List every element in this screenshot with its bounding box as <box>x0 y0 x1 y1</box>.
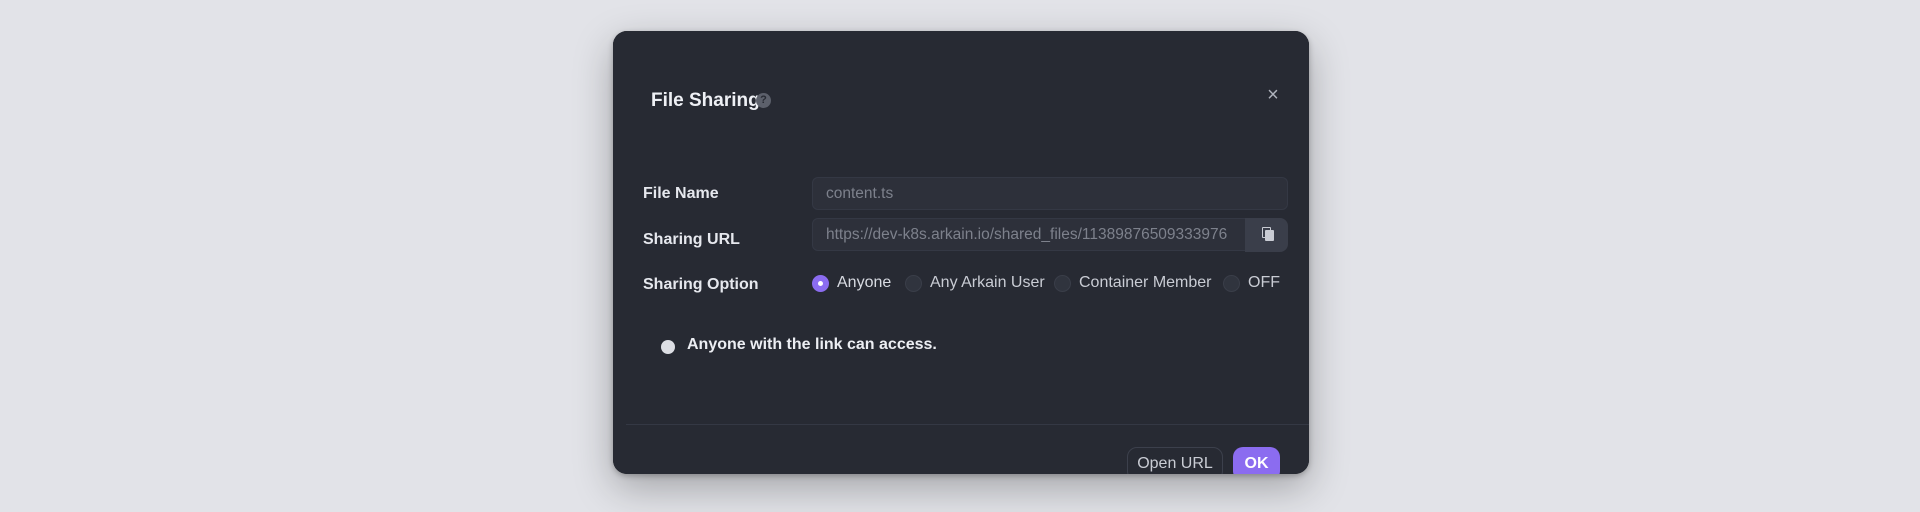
file-name-label: File Name <box>643 185 719 202</box>
copy-url-button[interactable] <box>1245 218 1288 252</box>
file-name-field[interactable]: content.ts <box>812 177 1288 210</box>
radio-button <box>1223 274 1240 292</box>
radio-container-member[interactable]: Container Member <box>1054 272 1212 294</box>
page-background: File Sharing ? × File Name content.ts Sh… <box>0 0 1920 512</box>
sharing-url-label: Sharing URL <box>643 231 740 248</box>
radio-button <box>905 274 922 292</box>
file-sharing-dialog: File Sharing ? × File Name content.ts Sh… <box>613 31 1309 474</box>
ok-button[interactable]: OK <box>1233 447 1280 474</box>
open-url-button[interactable]: Open URL <box>1127 447 1223 474</box>
radio-anyone[interactable]: Anyone <box>812 272 891 294</box>
radio-button <box>812 274 829 292</box>
radio-label: Any Arkain User <box>930 274 1045 291</box>
access-description: Anyone with the link can access. <box>687 336 937 353</box>
radio-label: Container Member <box>1079 274 1212 291</box>
sharing-url-field[interactable]: https://dev-k8s.arkain.io/shared_files/1… <box>812 218 1248 251</box>
footer-divider <box>626 424 1309 425</box>
radio-off[interactable]: OFF <box>1223 272 1280 294</box>
radio-label: Anyone <box>837 274 892 291</box>
radio-label: OFF <box>1248 274 1280 291</box>
radio-button <box>1054 274 1071 292</box>
close-icon[interactable]: × <box>1262 84 1284 106</box>
radio-any-arkain-user[interactable]: Any Arkain User <box>905 272 1045 294</box>
dialog-title: File Sharing <box>651 90 760 111</box>
info-bullet-icon <box>661 340 675 354</box>
sharing-option-label: Sharing Option <box>643 276 759 293</box>
help-icon[interactable]: ? <box>756 93 771 108</box>
